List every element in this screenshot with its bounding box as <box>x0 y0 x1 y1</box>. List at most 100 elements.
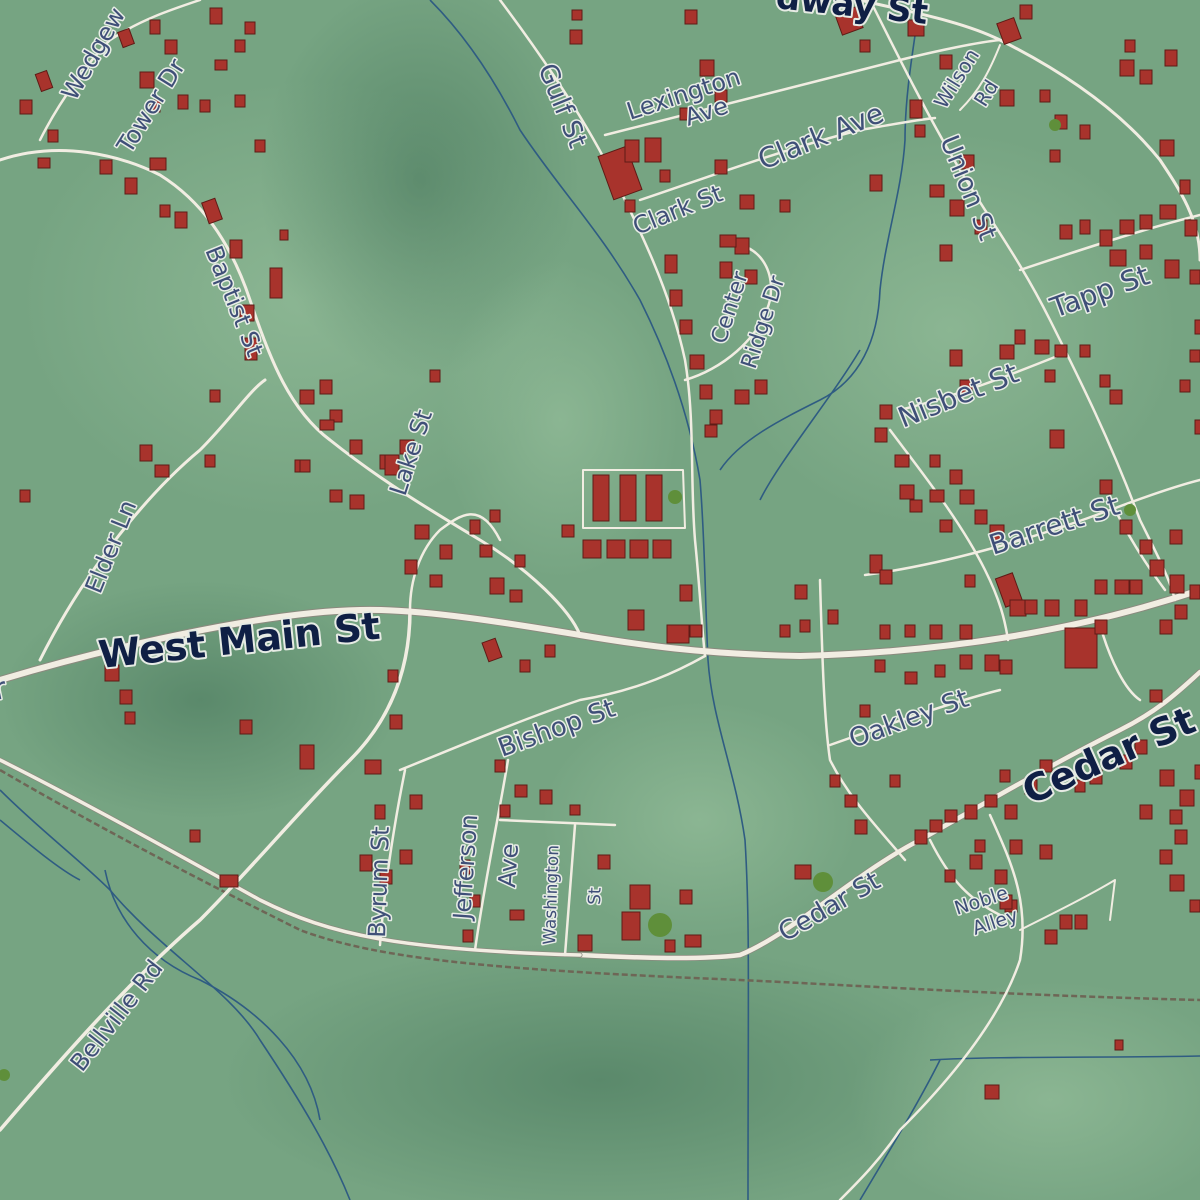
building <box>409 794 423 810</box>
building <box>592 474 610 522</box>
building <box>1059 914 1073 930</box>
building <box>1009 599 1027 617</box>
building <box>1114 1039 1124 1051</box>
building <box>999 659 1013 675</box>
building <box>879 404 893 420</box>
building <box>1019 4 1033 20</box>
building <box>879 624 891 640</box>
building <box>799 619 811 633</box>
label-byrum-st: Byrum St <box>363 826 395 938</box>
building <box>239 719 253 735</box>
building <box>894 454 910 468</box>
building <box>399 849 413 865</box>
building <box>629 539 649 559</box>
building <box>1159 204 1177 220</box>
building <box>1109 389 1123 405</box>
building <box>514 554 526 568</box>
building <box>869 174 883 192</box>
building <box>159 204 171 218</box>
building <box>684 9 698 25</box>
building <box>439 544 453 560</box>
building <box>734 389 750 405</box>
building <box>99 159 113 175</box>
building <box>874 659 886 673</box>
building <box>859 39 871 53</box>
building <box>964 804 978 820</box>
building <box>909 499 923 513</box>
building <box>1169 809 1183 825</box>
building <box>1179 179 1191 195</box>
building <box>164 39 178 55</box>
building <box>1094 619 1108 635</box>
building <box>364 759 382 775</box>
building <box>1189 269 1200 285</box>
building <box>699 384 713 400</box>
building <box>429 574 443 588</box>
building <box>984 794 998 808</box>
building <box>19 489 31 503</box>
building <box>1174 829 1188 845</box>
building <box>664 254 678 274</box>
building <box>624 199 636 213</box>
building <box>1099 229 1113 247</box>
building <box>499 804 511 818</box>
building <box>889 774 901 788</box>
building <box>929 454 941 468</box>
building <box>1139 244 1153 260</box>
building <box>1159 769 1175 787</box>
building <box>244 21 256 35</box>
building <box>1044 599 1060 617</box>
building <box>329 489 343 503</box>
building <box>794 864 812 880</box>
building <box>739 194 755 210</box>
building <box>619 474 637 522</box>
building <box>597 854 611 870</box>
building <box>1009 839 1023 855</box>
building <box>959 489 975 505</box>
building <box>1164 259 1180 279</box>
building <box>959 624 973 640</box>
tree <box>1049 119 1061 131</box>
building <box>666 624 690 644</box>
building <box>1124 39 1136 53</box>
building <box>561 524 575 538</box>
building <box>489 577 505 595</box>
building <box>299 389 315 405</box>
building <box>859 704 871 718</box>
building <box>629 884 651 910</box>
building <box>469 519 481 535</box>
building <box>934 664 946 678</box>
building <box>404 559 418 575</box>
building <box>1139 214 1153 230</box>
building <box>571 9 583 21</box>
tree <box>1124 504 1136 516</box>
building <box>627 609 645 631</box>
building <box>1149 689 1163 703</box>
building <box>624 139 640 163</box>
building <box>1159 619 1173 635</box>
building <box>582 539 602 559</box>
building <box>204 454 216 468</box>
map-canvas[interactable]: West Main St Cedar St dway St Cedar St W… <box>0 0 1200 1200</box>
building <box>1179 789 1195 807</box>
building <box>479 544 493 558</box>
building <box>1189 899 1200 913</box>
building <box>462 929 474 943</box>
building <box>1114 579 1130 595</box>
building <box>577 934 593 952</box>
building <box>234 94 246 108</box>
building <box>1079 344 1091 358</box>
building <box>139 444 153 462</box>
building <box>606 539 626 559</box>
building <box>974 509 988 525</box>
building <box>684 934 702 948</box>
building <box>899 484 915 500</box>
building <box>1169 529 1183 545</box>
building <box>929 624 943 640</box>
building <box>1194 419 1200 435</box>
building <box>569 804 581 816</box>
building <box>1169 874 1185 892</box>
building <box>827 609 839 625</box>
building <box>1014 329 1026 345</box>
building <box>644 137 662 163</box>
